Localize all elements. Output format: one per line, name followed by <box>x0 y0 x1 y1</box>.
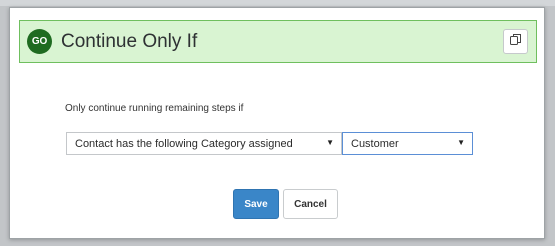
dropdown-caret-icon: ▼ <box>326 138 334 147</box>
copy-button[interactable] <box>503 29 528 54</box>
cancel-button[interactable]: Cancel <box>283 189 338 219</box>
dialog-title: Continue Only If <box>61 30 198 52</box>
backdrop-strip <box>0 0 555 6</box>
condition-select[interactable]: Contact has the following Category assig… <box>66 132 342 155</box>
continue-only-if-dialog: GO Continue Only If Only continue runnin… <box>9 7 545 239</box>
copy-icon <box>509 33 522 51</box>
condition-select-value: Contact has the following Category assig… <box>75 137 293 150</box>
category-select[interactable]: Customer ▼ <box>342 132 473 155</box>
category-select-value: Customer <box>351 137 399 150</box>
save-button[interactable]: Save <box>233 189 279 219</box>
dropdown-caret-icon: ▼ <box>457 138 465 147</box>
dialog-header: GO Continue Only If <box>19 20 537 63</box>
go-badge: GO <box>27 29 52 54</box>
condition-prompt: Only continue running remaining steps if <box>65 103 244 114</box>
